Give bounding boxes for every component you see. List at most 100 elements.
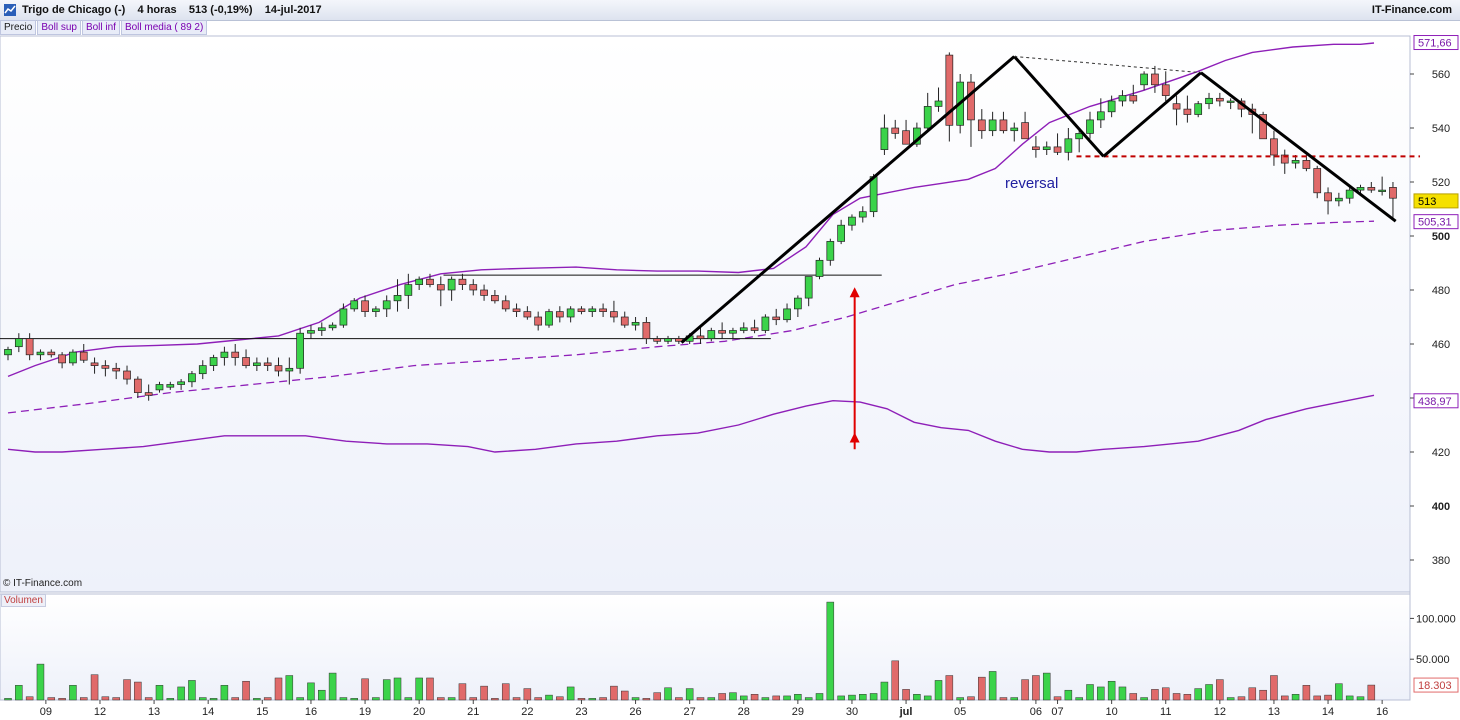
volume-bar (469, 697, 478, 701)
volume-bar (599, 697, 607, 701)
y-tick-label: 460 (1432, 339, 1450, 351)
y-tick-label: 400 (1432, 501, 1450, 513)
candle-body (826, 241, 835, 261)
candle-body (577, 308, 586, 312)
volume-bar (274, 677, 283, 701)
candle-body (393, 295, 402, 302)
candle-body (1183, 108, 1192, 115)
candle-body (988, 119, 997, 132)
volume-bar (480, 685, 488, 701)
candle-body (285, 367, 294, 372)
volume-bar (25, 696, 34, 701)
candle-body (977, 119, 986, 132)
volume-bar (458, 683, 467, 701)
y-tick-label: 560 (1432, 69, 1450, 81)
volume-bar (79, 697, 88, 701)
candle-body (1226, 100, 1235, 103)
candle-body (209, 357, 218, 366)
candle-body (480, 289, 488, 296)
volume-bar (263, 697, 272, 701)
x-tick-label: 09 (40, 706, 52, 718)
candle-body (253, 362, 261, 366)
x-tick-label: 16 (305, 706, 317, 718)
candle-body (317, 327, 326, 331)
x-tick-label: 16 (1376, 706, 1388, 718)
boll-inf-marker: 438,97 (1418, 396, 1452, 408)
x-tick-label: 15 (256, 706, 268, 718)
volume-bar (1161, 687, 1170, 701)
candle-body (242, 357, 250, 366)
volume-bar (307, 682, 315, 701)
volume-bar (848, 694, 856, 701)
candle-body (707, 330, 716, 339)
volume-bar (556, 696, 564, 701)
volume-bar (220, 685, 229, 701)
candle-body (458, 278, 467, 285)
volume-bar (1248, 687, 1257, 701)
candle-body (339, 308, 348, 326)
volume-bar (1086, 684, 1094, 701)
price-chart[interactable]: 3804004204404604805005205405600912131415… (0, 0, 1460, 720)
x-tick-label: 12 (1214, 706, 1226, 718)
candle-body (891, 127, 900, 134)
volume-bar (815, 693, 824, 701)
volume-bar (1259, 689, 1267, 701)
boll-sup-marker: 571,66 (1418, 38, 1452, 50)
volume-bar (859, 694, 867, 701)
candle-body (880, 127, 889, 150)
volume-bar (144, 697, 153, 701)
volume-bar (610, 685, 618, 701)
volume-bar (1356, 696, 1365, 701)
candle-body (112, 367, 121, 372)
candle-body (967, 81, 975, 121)
volume-bar (501, 683, 510, 701)
volume-bar (696, 697, 705, 701)
volume-bar (783, 695, 791, 701)
volume-bar (1335, 683, 1343, 701)
volume-bar (826, 601, 835, 701)
candle-body (1291, 160, 1300, 164)
candle-body (664, 338, 672, 342)
candle-body (729, 330, 737, 334)
volume-bar (437, 697, 445, 701)
candle-body (999, 119, 1008, 132)
candle-body (469, 284, 478, 291)
candle-body (902, 130, 910, 145)
volume-bar (880, 681, 889, 701)
volume-bar (545, 694, 553, 701)
volume-bar (415, 677, 423, 701)
candle-body (123, 370, 131, 380)
volume-bar (740, 695, 748, 701)
x-tick-label: 14 (202, 706, 214, 718)
x-tick-label: 22 (521, 706, 533, 718)
candle-body (133, 378, 142, 393)
volume-bar (1032, 675, 1040, 701)
candle-body (1140, 73, 1148, 86)
candle-body (372, 308, 380, 312)
volume-bar (707, 697, 716, 701)
volume-bar (1345, 695, 1354, 701)
volume-bar (1107, 680, 1116, 701)
x-tick-label: 19 (359, 706, 371, 718)
volume-bar (729, 692, 737, 701)
volume-bar (404, 697, 413, 701)
volume-bar (902, 689, 910, 701)
volume-bar (188, 680, 196, 701)
candle-body (718, 330, 726, 334)
candle-body (545, 311, 553, 326)
candle-body (1324, 192, 1332, 202)
volume-bar (101, 696, 110, 701)
candle-body (848, 216, 856, 226)
x-tick-label: 13 (1268, 706, 1280, 718)
volume-bar (296, 697, 304, 701)
candle-body (1042, 146, 1051, 150)
candle-body (415, 278, 424, 285)
candle-body (696, 335, 705, 339)
volume-bar (1216, 679, 1224, 701)
volume-bar (1281, 695, 1289, 701)
candle-body (534, 316, 543, 326)
volume-bar (1075, 697, 1083, 701)
candle-body (1118, 95, 1127, 102)
volume-bar (90, 674, 99, 701)
candle-body (1107, 100, 1116, 113)
